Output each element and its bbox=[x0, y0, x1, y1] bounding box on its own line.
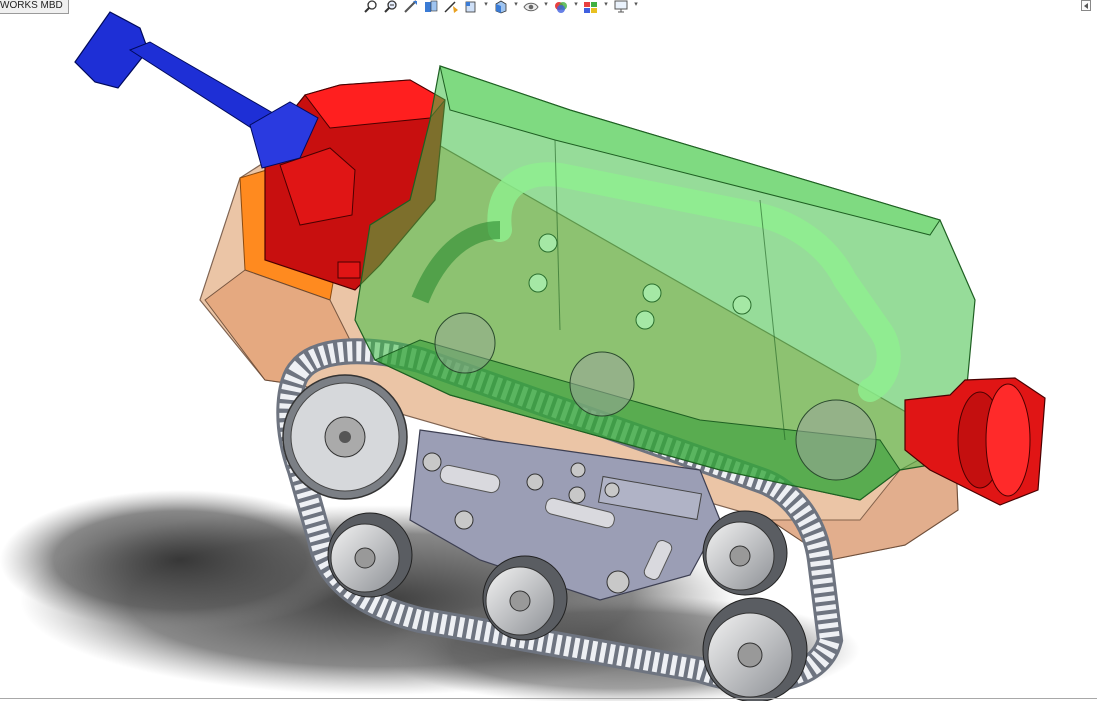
zoom-to-area-icon[interactable] bbox=[382, 0, 400, 14]
monitor-icon[interactable] bbox=[612, 0, 630, 14]
hide-show-menu-chevron-down-icon[interactable]: ▾ bbox=[542, 0, 550, 14]
tab-label[interactable]: WORKS MBD bbox=[0, 0, 69, 14]
task-pane-collapse-icon[interactable] bbox=[1081, 0, 1091, 11]
road-wheel-3[interactable] bbox=[702, 510, 788, 596]
heads-up-view-toolbar: ▾ ▾ ▾ ▾ ▾ ▾ bbox=[362, 0, 640, 14]
zoom-to-fit-icon[interactable] bbox=[362, 0, 380, 14]
road-wheel-2[interactable] bbox=[482, 555, 568, 641]
graphics-area-bottom-border bbox=[0, 698, 1097, 699]
apply-scene-menu-chevron-down-icon[interactable]: ▾ bbox=[602, 0, 610, 14]
road-wheel-rear[interactable] bbox=[702, 597, 808, 701]
edit-appearance-menu-chevron-down-icon[interactable]: ▾ bbox=[572, 0, 580, 14]
edit-appearance-icon[interactable] bbox=[552, 0, 570, 14]
view-settings-menu-chevron-down-icon[interactable]: ▾ bbox=[632, 0, 640, 14]
view-orientation-icon[interactable] bbox=[462, 0, 480, 14]
barrel[interactable] bbox=[74, 11, 319, 169]
road-wheel-1[interactable] bbox=[327, 512, 413, 598]
eye-icon[interactable] bbox=[522, 0, 540, 14]
graphics-area[interactable]: WORKS MBD ▾ ▾ ▾ ▾ ▾ ▾ bbox=[0, 0, 1097, 701]
section-view-icon[interactable] bbox=[422, 0, 440, 14]
dynamic-annotation-icon[interactable] bbox=[442, 0, 460, 14]
3d-model-view[interactable] bbox=[0, 0, 1097, 701]
apply-scene-icon[interactable] bbox=[582, 0, 600, 14]
previous-view-icon[interactable] bbox=[402, 0, 420, 14]
display-style-icon[interactable] bbox=[492, 0, 510, 14]
road-wheel-front[interactable] bbox=[282, 374, 408, 500]
display-style-menu-chevron-down-icon[interactable]: ▾ bbox=[512, 0, 520, 14]
view-orientation-menu-chevron-down-icon[interactable]: ▾ bbox=[482, 0, 490, 14]
